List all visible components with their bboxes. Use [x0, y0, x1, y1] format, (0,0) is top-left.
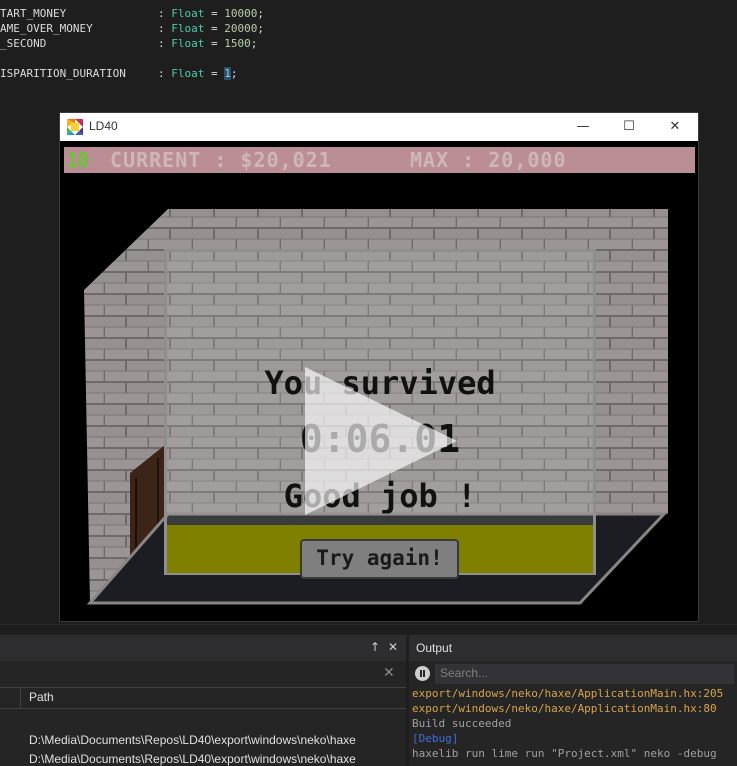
bottom-panels: ↑ ✕ ✕ Path D:\Media\Documents\Repos\LD40… [0, 635, 737, 766]
game-stage[interactable]: You survived 0:06.01 Good job ! Try agai… [60, 173, 698, 621]
window-titlebar[interactable]: LD40 — ☐ ✕ [60, 113, 698, 141]
divider [0, 624, 737, 625]
max-money: MAX : 20,000 [410, 148, 567, 172]
game-window: LD40 — ☐ ✕ 10 CURRENT : $20,021 MAX : 20… [59, 112, 699, 622]
code-editor[interactable]: TART_MONEY: Float = 10000; AME_OVER_MONE… [0, 0, 737, 112]
code-line: TART_MONEY: Float = 10000; [0, 7, 264, 20]
output-line: [Debug] [412, 732, 459, 745]
output-line: Build succeeded [412, 717, 512, 730]
divider [0, 708, 407, 709]
haxe-logo-icon [67, 119, 83, 135]
path-column-header[interactable]: Path [29, 688, 54, 707]
output-line: export/windows/neko/haxe/ApplicationMain… [412, 702, 717, 715]
output-panel: Output Search... export/windows/neko/hax… [409, 635, 737, 766]
path-row[interactable]: D:\Media\Documents\Repos\LD40\export\win… [29, 731, 356, 750]
output-title: Output [416, 641, 453, 655]
pause-icon[interactable] [415, 666, 430, 681]
money-hud: 10 CURRENT : $20,021 MAX : 20,000 [64, 147, 695, 173]
search-placeholder: Search... [440, 666, 489, 680]
clear-icon[interactable]: ✕ [383, 665, 395, 681]
close-button[interactable]: ✕ [652, 113, 698, 141]
output-search-input[interactable]: Search... [435, 664, 734, 684]
current-money: CURRENT : $20,021 [110, 148, 332, 172]
code-line: _SECOND: Float = 1500; [0, 37, 258, 50]
divider [20, 688, 21, 708]
find-results-panel: ↑ ✕ ✕ Path D:\Media\Documents\Repos\LD40… [0, 635, 407, 766]
game-over-panel: You survived 0:06.01 Good job ! [164, 249, 596, 575]
code-line: AME_OVER_MONEY: Float = 20000; [0, 22, 264, 35]
divider [0, 687, 407, 688]
panel-header: ↑ ✕ [0, 635, 407, 661]
panel-header: Output [409, 635, 737, 661]
output-line: export/windows/neko/haxe/ApplicationMain… [412, 687, 724, 700]
pin-icon[interactable]: ↑ [370, 640, 380, 654]
minimize-button[interactable]: — [560, 113, 606, 141]
level-counter: 10 [66, 148, 89, 172]
window-title: LD40 [89, 119, 118, 133]
path-row[interactable]: D:\Media\Documents\Repos\LD40\export\win… [29, 750, 356, 766]
try-again-button[interactable]: Try again! [300, 539, 459, 579]
output-line: haxelib run lime run "Project.xml" neko … [412, 747, 717, 760]
close-icon[interactable]: ✕ [388, 640, 398, 654]
code-line: ISPARITION_DURATION: Float = 1; [0, 67, 238, 80]
maximize-button[interactable]: ☐ [606, 113, 652, 141]
play-icon[interactable] [297, 359, 462, 524]
